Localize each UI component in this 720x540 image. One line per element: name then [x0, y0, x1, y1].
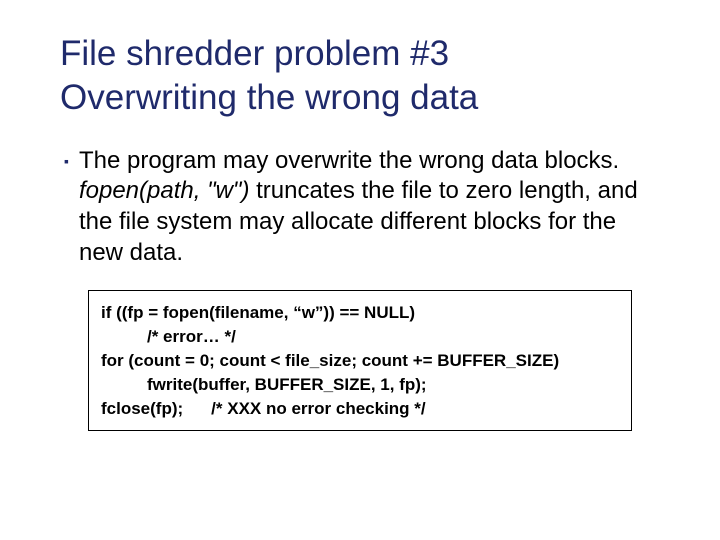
- code-l5a: fclose(fp);: [101, 399, 183, 418]
- code-block: if ((fp = fopen(filename, “w”)) == NULL)…: [88, 290, 632, 431]
- bullet-text: The program may overwrite the wrong data…: [79, 146, 660, 269]
- code-line-4: fwrite(buffer, BUFFER_SIZE, 1, fp);: [101, 373, 619, 397]
- slide-title: File shredder problem #3 Overwriting the…: [60, 32, 660, 120]
- code-line-2: /* error… */: [101, 325, 619, 349]
- bullet-italic: fopen(path, "w"): [79, 177, 249, 204]
- code-line-3: for (count = 0; count < file_size; count…: [101, 349, 619, 373]
- bullet-item: ▪ The program may overwrite the wrong da…: [64, 146, 660, 269]
- title-line-2: Overwriting the wrong data: [60, 78, 478, 117]
- bullet-part1: The program may overwrite the wrong data…: [79, 147, 619, 174]
- code-line-5: fclose(fp); /* XXX no error checking */: [101, 397, 619, 421]
- title-line-1: File shredder problem #3: [60, 34, 449, 73]
- bullet-square-icon: ▪: [64, 153, 69, 169]
- code-line-1: if ((fp = fopen(filename, “w”)) == NULL): [101, 301, 619, 325]
- code-l5b: /* XXX no error checking */: [211, 397, 425, 421]
